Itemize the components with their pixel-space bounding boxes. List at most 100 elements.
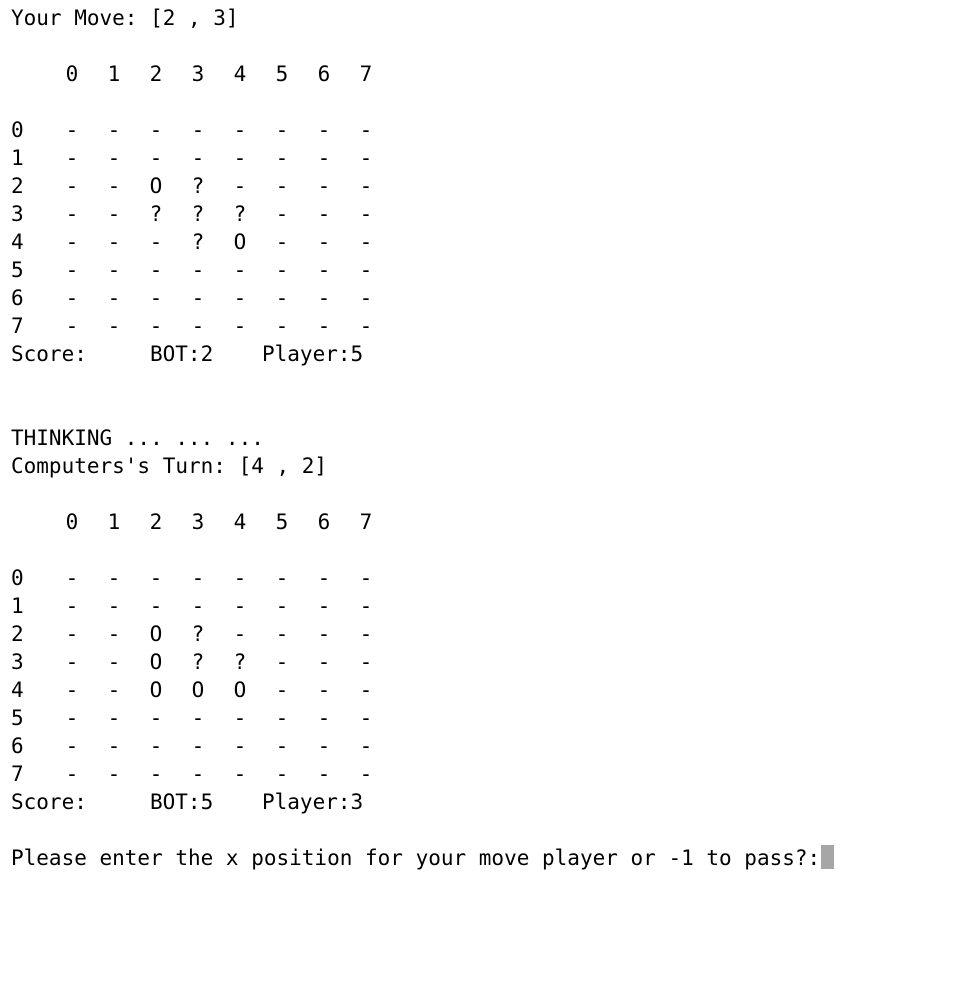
board-cell: O xyxy=(149,622,163,646)
board-cell: - xyxy=(317,230,331,254)
board-cell: - xyxy=(275,622,289,646)
board-cell: ? xyxy=(191,622,205,646)
column-label: 5 xyxy=(275,510,289,534)
board-row: 4 - - -? O - - - xyxy=(11,228,954,256)
board-cell: - xyxy=(65,258,79,282)
board-cell: - xyxy=(65,202,79,226)
board-cell: - xyxy=(149,258,163,282)
board-cell: - xyxy=(233,566,247,590)
board-cell: - xyxy=(149,314,163,338)
board-cell: - xyxy=(107,230,121,254)
board-row: 1 - - - - - - - - xyxy=(11,592,954,620)
board-cell: - xyxy=(191,734,205,758)
board-cell: - xyxy=(317,706,331,730)
column-header: 0 1 2 3 4 5 6 7 xyxy=(11,60,954,88)
board-row: 3 - - O?? - - - xyxy=(11,648,954,676)
board-cell: - xyxy=(191,762,205,786)
board-cell: - xyxy=(317,622,331,646)
row-label: 4 xyxy=(11,678,24,702)
player-score: Player:3 xyxy=(262,790,364,814)
board-cell: - xyxy=(317,146,331,170)
board-cell: - xyxy=(275,566,289,590)
board-cell: - xyxy=(65,174,79,198)
board-cell: - xyxy=(191,118,205,142)
score-line: Score: BOT:5 Player:3 xyxy=(11,788,954,816)
board-cell: ? xyxy=(191,230,205,254)
board-cell: - xyxy=(65,594,79,618)
board-cell: - xyxy=(275,202,289,226)
input-prompt-line[interactable]: Please enter the x position for your mov… xyxy=(11,844,954,872)
board-cell: - xyxy=(107,314,121,338)
row-label: 3 xyxy=(11,202,24,226)
board-cell: - xyxy=(317,258,331,282)
board-cell: - xyxy=(149,230,163,254)
board-cell: - xyxy=(359,146,373,170)
board-cell: - xyxy=(359,678,373,702)
column-label: 1 xyxy=(107,62,121,86)
column-label: 7 xyxy=(359,62,373,86)
board-cell: - xyxy=(317,314,331,338)
column-label: 4 xyxy=(233,510,247,534)
board-cell: - xyxy=(275,734,289,758)
board-cell: - xyxy=(65,650,79,674)
board-cell: - xyxy=(65,286,79,310)
board-cell: - xyxy=(275,146,289,170)
board-cell: - xyxy=(233,622,247,646)
board-cell: - xyxy=(191,258,205,282)
board-cell: O xyxy=(191,678,205,702)
board-row: 1 - - - - - - - - xyxy=(11,144,954,172)
board-cell: O xyxy=(233,230,247,254)
score-label: Score: xyxy=(11,342,87,366)
board-cell: - xyxy=(359,650,373,674)
board-row: 0 - - - - - - - - xyxy=(11,116,954,144)
board-cell: - xyxy=(359,622,373,646)
board-cell: - xyxy=(359,734,373,758)
board-row: 7 - - - - - - - - xyxy=(11,312,954,340)
board-cell: - xyxy=(359,118,373,142)
board-cell: - xyxy=(317,118,331,142)
board-cell: - xyxy=(233,174,247,198)
board-cell: - xyxy=(191,594,205,618)
board-cell: - xyxy=(275,118,289,142)
bot-score: BOT:5 xyxy=(150,790,214,814)
column-label: 2 xyxy=(149,510,163,534)
player-score: Player:5 xyxy=(262,342,364,366)
board-cell: ? xyxy=(191,202,205,226)
board-row: 6 - - - - - - - - xyxy=(11,284,954,312)
board-cell: - xyxy=(317,734,331,758)
board-cell: - xyxy=(359,174,373,198)
row-label: 1 xyxy=(11,146,24,170)
board-row: 7 - - - - - - - - xyxy=(11,760,954,788)
input-prompt: Please enter the x position for your mov… xyxy=(11,846,821,870)
board-cell: - xyxy=(149,118,163,142)
column-label: 6 xyxy=(317,510,331,534)
text-cursor[interactable] xyxy=(821,845,835,869)
board-cell: - xyxy=(107,286,121,310)
board-cell: - xyxy=(107,202,121,226)
terminal-output: Your Move: [2 , 3] 0 1 2 3 4 5 6 7 0 - - - - - - - - 1 - - -… xyxy=(11,4,954,872)
computer-turn-header: Computers's Turn: [4 , 2] xyxy=(11,454,328,478)
row-label: 1 xyxy=(11,594,24,618)
board-cell: - xyxy=(275,706,289,730)
row-label: 6 xyxy=(11,286,24,310)
board-cell: - xyxy=(65,762,79,786)
board-cell: - xyxy=(359,566,373,590)
column-label: 6 xyxy=(317,62,331,86)
column-label: 0 xyxy=(65,62,79,86)
board-cell: - xyxy=(65,230,79,254)
board-cell: - xyxy=(107,706,121,730)
board-cell: - xyxy=(233,706,247,730)
board-cell: - xyxy=(359,762,373,786)
board-cell: - xyxy=(149,566,163,590)
board-cell: - xyxy=(65,314,79,338)
row-label: 7 xyxy=(11,762,24,786)
board-cell: - xyxy=(275,650,289,674)
board-cell: - xyxy=(233,258,247,282)
board-cell: - xyxy=(107,118,121,142)
board-cell: - xyxy=(275,230,289,254)
board-cell: - xyxy=(65,118,79,142)
board-cell: - xyxy=(317,286,331,310)
board-row: 2 - - O? - - - - xyxy=(11,620,954,648)
